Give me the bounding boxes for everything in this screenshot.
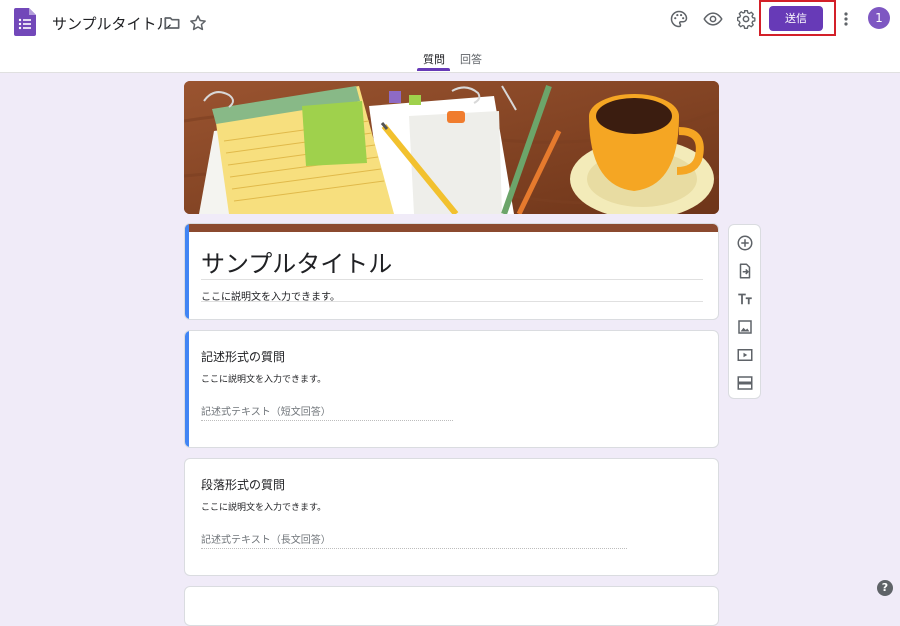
- question-title[interactable]: 段落形式の質問: [201, 476, 285, 493]
- question-title[interactable]: 記述形式の質問: [201, 348, 285, 365]
- add-question-icon[interactable]: [736, 234, 754, 252]
- more-vert-icon[interactable]: [838, 9, 854, 29]
- tab-questions[interactable]: 質問: [423, 51, 445, 67]
- short-answer-placeholder: 記述式テキスト（短文回答）: [201, 407, 331, 418]
- active-tab-indicator: [417, 68, 450, 71]
- title-card-top-strip: [185, 224, 718, 232]
- tab-responses[interactable]: 回答: [460, 51, 482, 67]
- divider: [201, 301, 703, 302]
- send-button[interactable]: 送信: [769, 6, 823, 31]
- top-bar: サンプルタイトル 送信 1 質問 回答: [0, 0, 900, 73]
- question-card[interactable]: [184, 586, 719, 626]
- form-title[interactable]: サンプルタイトル: [201, 244, 392, 279]
- import-questions-icon[interactable]: [736, 262, 754, 280]
- header-image: [184, 81, 719, 214]
- add-image-icon[interactable]: [736, 318, 754, 336]
- palette-icon[interactable]: [669, 9, 689, 29]
- folder-icon[interactable]: [162, 13, 182, 33]
- paragraph-answer-placeholder: 記述式テキスト（長文回答）: [201, 535, 331, 546]
- gear-icon[interactable]: [736, 9, 756, 29]
- active-card-indicator: [185, 331, 189, 447]
- question-card-short-answer[interactable]: 記述形式の質問 ここに説明文を入力できます。 記述式テキスト（短文回答）: [184, 330, 719, 448]
- active-card-indicator: [185, 224, 189, 319]
- eye-icon[interactable]: [702, 9, 724, 29]
- question-card-paragraph[interactable]: 段落形式の質問 ここに説明文を入力できます。 記述式テキスト（長文回答）: [184, 458, 719, 576]
- answer-line: [201, 420, 453, 421]
- avatar[interactable]: 1: [868, 7, 890, 29]
- question-description[interactable]: ここに説明文を入力できます。: [201, 500, 326, 513]
- document-title[interactable]: サンプルタイトル: [52, 13, 172, 34]
- star-icon[interactable]: [188, 13, 208, 33]
- question-toolbar: [728, 224, 761, 399]
- add-title-icon[interactable]: [736, 290, 754, 308]
- help-icon[interactable]: ?: [877, 580, 893, 596]
- add-section-icon[interactable]: [736, 374, 754, 392]
- form-title-card[interactable]: サンプルタイトル ここに説明文を入力できます。: [184, 223, 719, 320]
- answer-line: [201, 548, 627, 549]
- question-description[interactable]: ここに説明文を入力できます。: [201, 372, 326, 385]
- divider: [201, 279, 703, 280]
- forms-logo-icon[interactable]: [14, 8, 36, 36]
- add-video-icon[interactable]: [736, 346, 754, 364]
